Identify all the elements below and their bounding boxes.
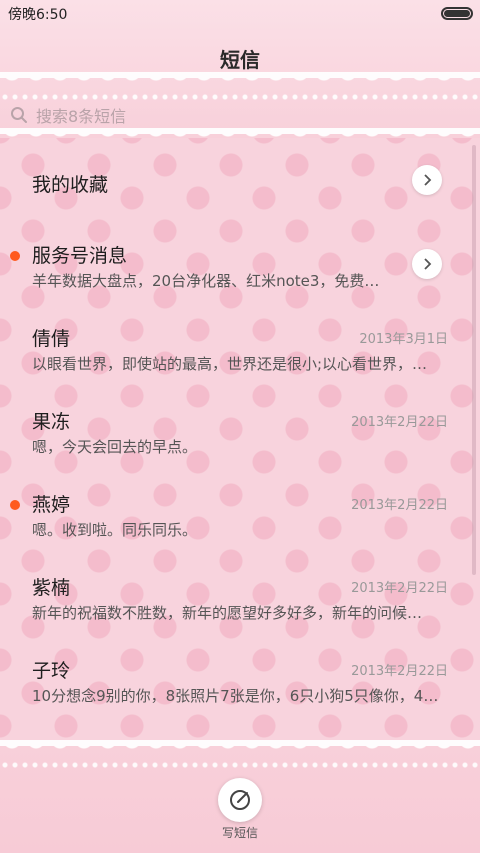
compose-icon [230, 790, 250, 810]
service-preview: 羊年数据大盘点，20台净化器、红米note3，免费… [32, 272, 380, 290]
message-date: 2013年2月22日 [351, 664, 448, 679]
favorites-item[interactable]: 我的收藏 [0, 140, 480, 223]
compose-label: 写短信 [221, 826, 258, 840]
message-date: 2013年2月22日 [351, 581, 448, 596]
message-date: 2013年2月22日 [351, 415, 448, 430]
compose-button[interactable] [218, 778, 262, 822]
conversation-row[interactable]: 倩倩 2013年3月1日 以眼看世界，即使站的最高，世界还是很小;以心看世界，… [0, 306, 480, 389]
chevron-right-icon[interactable] [412, 249, 442, 279]
status-bar: 傍晚6:50 [0, 0, 480, 26]
message-preview: 以眼看世界，即使站的最高，世界还是很小;以心看世界，… [32, 355, 428, 373]
message-preview: 嗯，今天会回去的早点。 [32, 438, 198, 456]
contact-name: 燕婷 [32, 494, 71, 516]
unread-dot [10, 251, 20, 261]
message-date: 2013年2月22日 [351, 498, 448, 513]
service-messages-item[interactable]: 服务号消息 羊年数据大盘点，20台净化器、红米note3，免费… [0, 223, 480, 306]
contact-name: 倩倩 [32, 328, 71, 350]
service-name: 服务号消息 [32, 245, 128, 267]
conversation-row[interactable]: 果冻 2013年2月22日 嗯，今天会回去的早点。 [0, 389, 480, 472]
conversation-list: 我的收藏 服务号消息 羊年数据大盘点，20台净化器、红米note3，免费… 倩倩… [0, 140, 480, 721]
message-date: 2013年3月1日 [359, 332, 448, 347]
conversation-row[interactable]: 燕婷 2013年2月22日 嗯。收到啦。同乐同乐。 [0, 472, 480, 555]
message-preview: 新年的祝福数不胜数，新年的愿望好多好多，新年的问候… [32, 604, 423, 622]
lace-dots-decoration [0, 760, 480, 772]
conversation-row[interactable]: 子玲 2013年2月22日 10分想念9别的你，8张照片7张是你，6只小狗5只像… [0, 638, 480, 721]
search-placeholder: 搜索8条短信 [36, 107, 127, 126]
message-preview: 10分想念9别的你，8张照片7张是你，6只小狗5只像你，4… [32, 687, 439, 705]
contact-name: 果冻 [32, 411, 71, 433]
contact-name: 子玲 [32, 660, 71, 682]
page-title: 短信 [220, 48, 260, 72]
battery-icon [441, 7, 473, 20]
search-icon [11, 107, 27, 123]
search-input[interactable]: 搜索8条短信 [0, 100, 480, 130]
conversation-row[interactable]: 紫楠 2013年2月22日 新年的祝福数不胜数，新年的愿望好多好多，新年的问候… [0, 555, 480, 638]
favorites-label: 我的收藏 [32, 174, 109, 196]
chevron-right-icon[interactable] [412, 165, 442, 195]
status-time: 傍晚6:50 [8, 7, 68, 23]
unread-dot [10, 500, 20, 510]
contact-name: 紫楠 [32, 577, 71, 599]
scrollbar[interactable] [472, 145, 476, 575]
message-preview: 嗯。收到啦。同乐同乐。 [32, 521, 198, 539]
